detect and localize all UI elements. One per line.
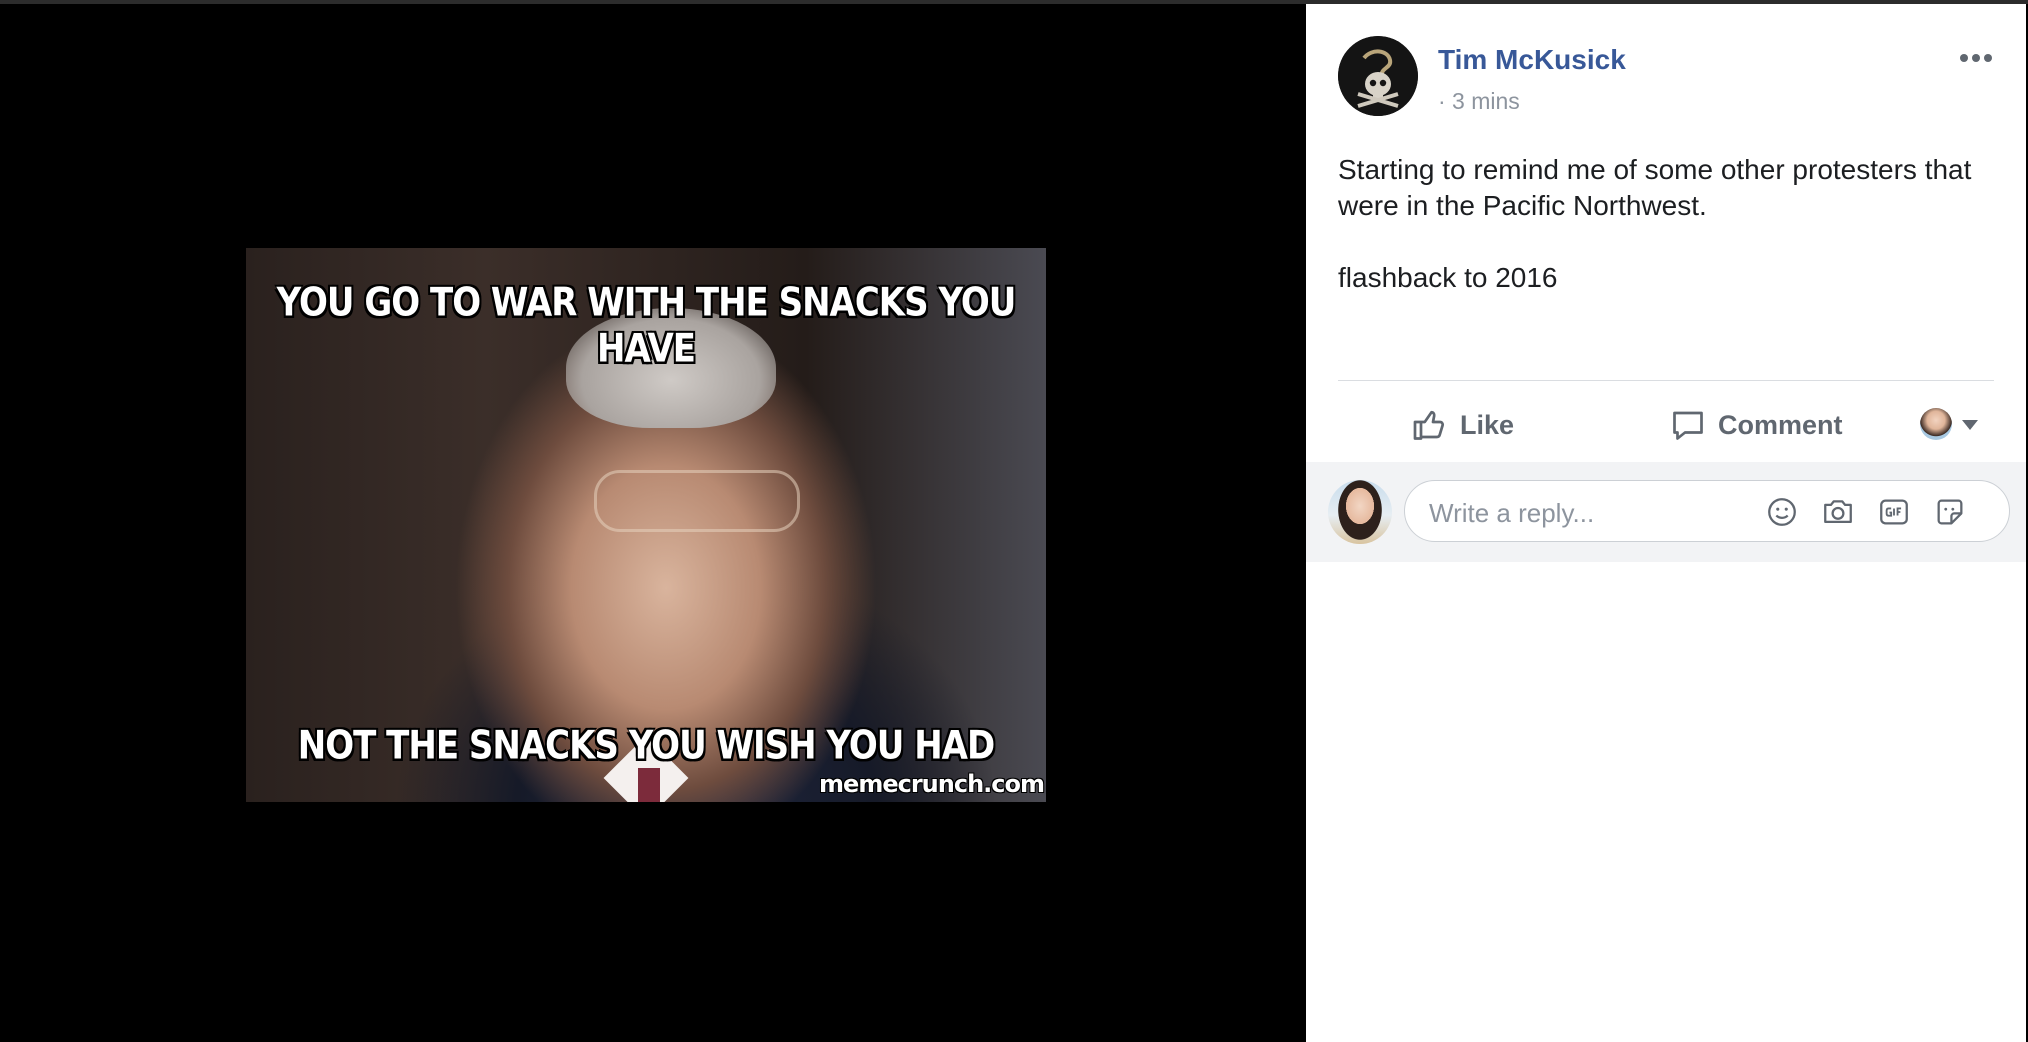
reply-composer bbox=[1306, 462, 2026, 562]
meme-watermark: memecrunch.com bbox=[819, 770, 1045, 798]
sticker-icon[interactable] bbox=[1933, 495, 1967, 529]
meme-bottom-text: NOT THE SNACKS YOU WISH YOU HAD bbox=[297, 723, 995, 769]
photo-viewer: YOU GO TO WAR WITH THE SNACKS YOU HAVE N… bbox=[0, 4, 1306, 1042]
emoji-icon[interactable] bbox=[1765, 495, 1799, 529]
meme-image[interactable]: YOU GO TO WAR WITH THE SNACKS YOU HAVE N… bbox=[246, 248, 1046, 802]
more-options-icon[interactable] bbox=[1956, 46, 1996, 70]
comment-button[interactable]: Comment bbox=[1670, 400, 1843, 450]
chevron-down-icon bbox=[1962, 420, 1978, 430]
reply-input[interactable] bbox=[1427, 495, 1771, 531]
divider bbox=[1338, 380, 1994, 381]
meme-figure-glasses bbox=[594, 470, 800, 532]
current-user-avatar[interactable] bbox=[1328, 480, 1392, 544]
reply-as-selector[interactable] bbox=[1920, 406, 1990, 444]
thumbs-up-icon bbox=[1413, 410, 1445, 440]
like-button[interactable]: Like bbox=[1412, 400, 1514, 450]
skull-snake-emblem-icon bbox=[1338, 36, 1418, 116]
comment-bubble-icon bbox=[1673, 411, 1703, 440]
reply-input-container bbox=[1404, 480, 2010, 542]
post-text-line: flashback to 2016 bbox=[1338, 262, 1558, 293]
user-avatar-small bbox=[1920, 408, 1952, 440]
camera-icon[interactable] bbox=[1821, 495, 1855, 529]
meme-top-text: YOU GO TO WAR WITH THE SNACKS YOU HAVE bbox=[276, 280, 1017, 372]
meme-figure-tie bbox=[638, 768, 660, 802]
post-text: Starting to remind me of some other prot… bbox=[1338, 152, 1988, 296]
author-name-link[interactable]: Tim McKusick bbox=[1438, 44, 1626, 76]
author-avatar[interactable] bbox=[1338, 36, 1418, 116]
post-timestamp[interactable]: · 3 mins bbox=[1438, 88, 1520, 115]
gif-icon[interactable] bbox=[1877, 495, 1911, 529]
comment-label: Comment bbox=[1718, 409, 1843, 440]
post-text-line: Starting to remind me of some other prot… bbox=[1338, 154, 1972, 221]
post-side-panel: Tim McKusick · 3 mins Starting to remind… bbox=[1306, 4, 2026, 1042]
like-label: Like bbox=[1460, 409, 1515, 440]
